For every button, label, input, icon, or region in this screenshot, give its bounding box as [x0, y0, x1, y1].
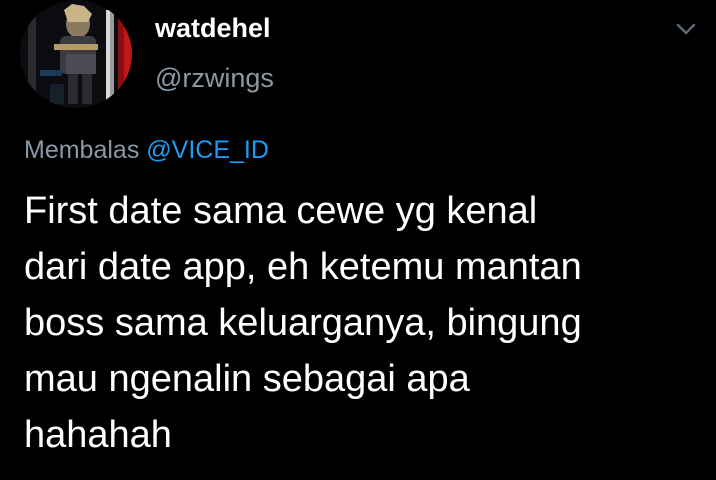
avatar-photo-icon [20, 0, 132, 108]
tweet-menu-button[interactable] [668, 12, 704, 48]
tweet-body-line: hahahah [24, 414, 172, 456]
tweet-body-line: dari date app, eh ketemu mantan [24, 246, 582, 288]
tweet-body-line: First date sama cewe yg kenal [24, 190, 538, 232]
author-display-name[interactable]: watdehel [155, 12, 271, 44]
author-handle[interactable]: @rzwings [155, 62, 274, 94]
chevron-down-icon [676, 23, 696, 35]
tweet-body-line: mau ngenalin sebagai apa [24, 358, 470, 400]
replying-to-label: Membalas [24, 136, 140, 164]
replying-to: Membalas @VICE_ID [24, 134, 269, 166]
author-avatar[interactable] [20, 0, 132, 108]
tweet-body: First date sama cewe yg kenal dari date … [24, 183, 694, 463]
tweet-body-line: boss sama keluarganya, bingung [24, 302, 582, 344]
replying-to-mention[interactable]: @VICE_ID [146, 136, 269, 164]
tweet-card: watdehel @rzwings Membalas @VICE_ID Firs… [0, 0, 716, 480]
